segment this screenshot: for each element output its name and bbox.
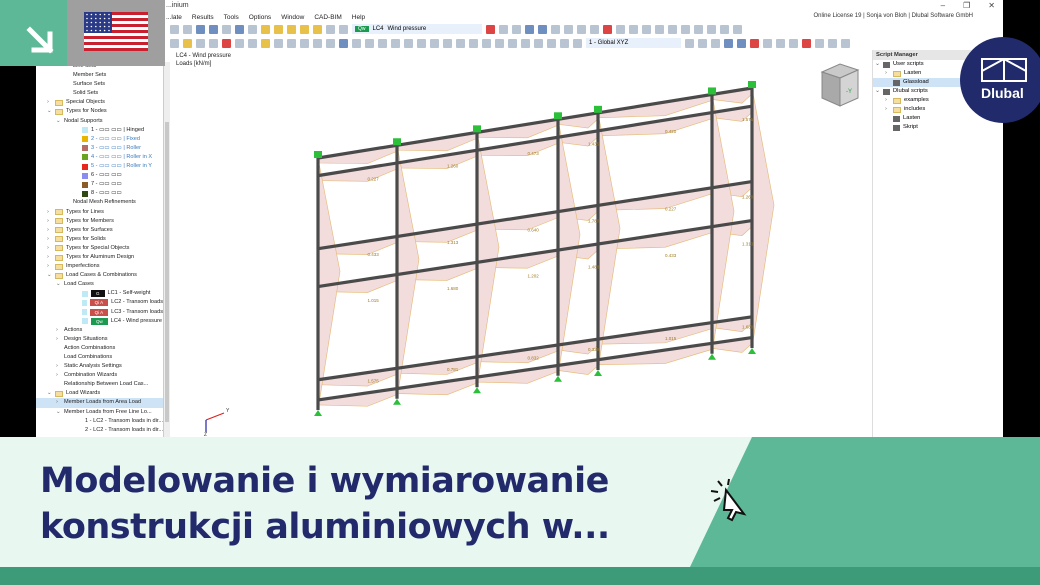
load-value-label: 1.015 [368,298,380,303]
nodal-support-icon [314,151,322,158]
view-header: LC4 - Wind pressure Loads [kN/m] [176,52,231,68]
nodal-support-icon [748,81,756,88]
cube-label: -Y [846,89,852,95]
arrow-down-right-icon [26,26,54,54]
load-value-label: 1.015 [665,336,677,341]
chevron-right-icon[interactable]: › [885,105,887,114]
folder-icon [893,97,901,104]
load-value-label: 0.433 [368,252,380,257]
script-icon [883,61,890,68]
script-icon [893,115,900,122]
load-value-label: 1.488 [588,265,600,270]
arrow-badge [0,0,67,66]
load-value-label: 0.328 [588,347,600,352]
title-line-1: Modelowanie i wymiarowanie [40,461,609,501]
script-item-label: User scripts [893,61,924,67]
load-value-label: 1.680 [742,325,754,330]
load-value-label: 1.575 [368,379,380,384]
script-item-label: Lasten [904,70,922,76]
view-title: LC4 - Wind pressure [176,53,232,59]
load-value-label: 0.640 [528,228,540,233]
nodal-support-icon [393,398,401,405]
chevron-down-icon[interactable]: ⌄ [875,87,880,96]
load-value-label: 0.420 [665,129,677,134]
load-value-label: 0.227 [368,176,380,181]
load-value-label: 0.227 [665,207,677,212]
video-title: Modelowanie i wymiarowanie konstrukcji a… [40,458,610,550]
nodal-support-icon [554,375,562,382]
dlubal-logo: Dlubal [960,37,1040,123]
nodal-support-icon [473,125,481,133]
script-item-label: includes [904,106,926,112]
view-units: Loads [kN/m] [176,61,212,67]
folder-icon [893,106,901,113]
script-icon [883,88,890,95]
chevron-right-icon[interactable]: › [885,96,887,105]
click-cursor-icon [710,478,747,522]
logo-text: Dlubal [981,85,1024,101]
load-value-label: 1.260 [447,164,459,169]
us-flag-icon [84,12,148,51]
load-value-label: 1.435 [588,141,600,146]
view-cube[interactable]: -Y [816,62,860,108]
script-item-label: Dlubal scripts [893,88,928,94]
load-value-label: 0.473 [528,151,540,156]
load-value-label: 1.575 [742,117,754,122]
nodal-support-icon [554,112,562,120]
title-line-2: konstrukcji aluminiowych w... [40,507,610,547]
nodal-support-icon [473,387,481,394]
axis-x-icon [205,412,225,421]
folder-icon [893,70,901,77]
axis-y-label: Y [226,408,230,414]
load-value-label: 1.202 [528,274,540,279]
load-value-label: 0.781 [447,367,459,372]
chevron-right-icon[interactable]: › [885,69,887,78]
nodal-support-icon [594,105,602,113]
nodal-support-icon [708,87,716,95]
script-icon [893,79,900,86]
script-item-label: Lasten [903,115,921,121]
script-item-label: Skript [903,124,918,130]
script-item-label: examples [904,97,929,103]
load-value-label: 1.780 [588,218,600,223]
script-icon [893,124,900,131]
load-value-label: 1.313 [742,242,754,247]
load-value-label: 1.313 [447,240,459,245]
nodal-support-icon [314,410,322,416]
rfem-screenshot: ...inium – ❐ ✕ ...late Results Tools Option… [36,0,1003,437]
load-value-label: 1.680 [447,286,459,291]
nodal-support-icon [708,353,716,360]
bottom-strip [0,567,1040,585]
script-item-label: Glassload [903,79,929,85]
chevron-down-icon[interactable]: ⌄ [875,60,880,69]
load-value-label: 0.832 [528,356,540,361]
language-flag [67,0,165,66]
load-value-label: 1.260 [742,195,754,200]
transom-member [317,104,753,178]
load-value-label: 0.433 [665,253,677,258]
nodal-support-icon [748,348,756,354]
member-load-diagram [751,87,775,349]
nodal-support-icon [393,138,401,146]
script-tree-item[interactable]: Skript [873,123,1003,132]
nodal-support-icon [594,370,602,376]
